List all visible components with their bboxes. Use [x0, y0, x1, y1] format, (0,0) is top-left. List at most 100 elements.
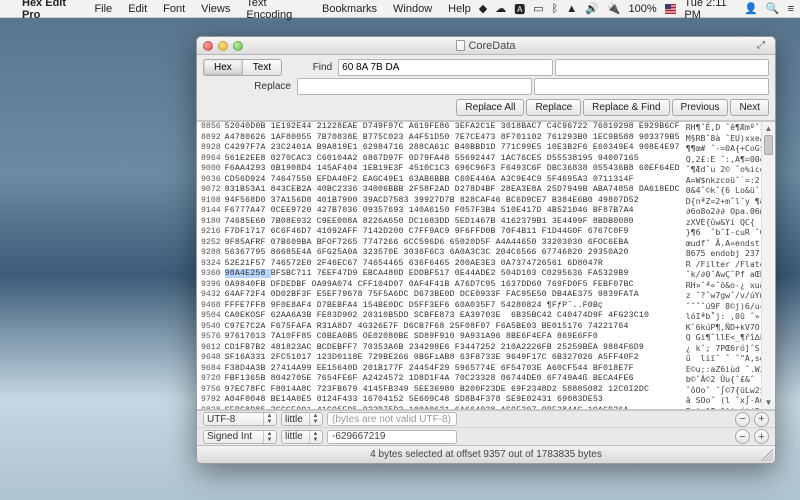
- scroll-down-arrow-icon[interactable]: ▼: [762, 396, 775, 409]
- hex-row[interactable]: 8892A4780626 1AF80055 7B70838E B775C023 …: [197, 133, 775, 144]
- notification-center-icon[interactable]: ≡: [788, 3, 794, 15]
- window-close-button[interactable]: [203, 41, 213, 51]
- menu-views[interactable]: Views: [193, 3, 238, 15]
- hex-row[interactable]: 918074685E60 7B08E932 C9EE008A 8226A650 …: [197, 217, 775, 228]
- hex-row[interactable]: 957697617013 7A10FF85 C0BEA0B5 OE02080BE…: [197, 332, 775, 343]
- window-minimize-button[interactable]: [218, 41, 228, 51]
- hex-row[interactable]: 9648SF16A331 2FC51017 123D0118E 729BE266…: [197, 353, 775, 364]
- hex-cell[interactable]: 97617013 7A10FF85 C0BEA0B5 OE02080BE SD8…: [225, 332, 686, 343]
- hex-row[interactable]: 943264AF72F4 0D02BF3F E5EF79678 75F5A6DC…: [197, 290, 775, 301]
- hex-row[interactable]: 885652040D0B 1E192E44 21228EAE D749F97C …: [197, 122, 775, 133]
- hex-cell[interactable]: 56367795 86685E4A 6FG25A0A 323570E 3036F…: [225, 248, 686, 259]
- replace-field-secondary[interactable]: [534, 78, 769, 95]
- titlebar[interactable]: CoreData ⤢: [197, 37, 775, 55]
- hex-cell[interactable]: 94F568D0 37A156D8 401B7900 39ACD7583 399…: [225, 196, 686, 207]
- hex-cell[interactable]: FFFE7FF8 9F0E8AF4 D7BEBFA4 154BE0DC D5FF…: [225, 301, 686, 312]
- replace-all-button[interactable]: Replace All: [456, 99, 524, 116]
- hex-row[interactable]: 936098A4E258 BFSBC711 7EEF47D9 EBCA480D …: [197, 269, 775, 280]
- endian-select-2[interactable]: little▲▼: [281, 430, 323, 444]
- hex-row[interactable]: 9792A04F0048 BE14A0E5 0124F433 16704152 …: [197, 395, 775, 406]
- remove-row-button-2[interactable]: −: [735, 429, 750, 444]
- previous-button[interactable]: Previous: [672, 99, 729, 116]
- hex-row[interactable]: 928856367795 86685E4A 6FG25A0A 323570E 3…: [197, 248, 775, 259]
- next-button[interactable]: Next: [730, 99, 769, 116]
- menu-bookmarks[interactable]: Bookmarks: [314, 3, 385, 15]
- hex-cell[interactable]: 561E2EE8 0270CAC3 C60104A2 6867D97F 0D79…: [225, 154, 686, 165]
- cc-icon[interactable]: 🅰: [514, 1, 525, 17]
- hex-row[interactable]: 9000F6AA4293 0B1908D4 145AF404 1EB19E3F …: [197, 164, 775, 175]
- spotlight-icon[interactable]: 👤: [744, 2, 758, 15]
- battery-icon[interactable]: 🔌: [607, 2, 621, 15]
- replace-button[interactable]: Replace: [526, 99, 581, 116]
- hex-row[interactable]: 9540C97E7C2A F675FAFA R31A8D7 4G326E7F D…: [197, 322, 775, 333]
- hex-row[interactable]: 975697EC78FC F8014A8C 723FB679 4145FB349…: [197, 385, 775, 396]
- hex-cell[interactable]: 52040D0B 1E192E44 21228EAE D749F97C A619…: [225, 122, 686, 133]
- hex-row[interactable]: 9072831B53A1 843CEB2A 40BC2336 34006BBB …: [197, 185, 775, 196]
- value-field-1[interactable]: (bytes are not valid UTF-8): [327, 412, 457, 426]
- find-field-secondary[interactable]: [555, 59, 769, 76]
- hex-row[interactable]: 9504CA0EKOSF 62AA6A3B FE83D902 20310B5DD…: [197, 311, 775, 322]
- vertical-scrollbar[interactable]: ▲ ▼: [761, 122, 775, 409]
- search-icon[interactable]: 🔍: [766, 2, 780, 15]
- menu-edit[interactable]: Edit: [120, 3, 155, 15]
- input-flag-icon[interactable]: [665, 4, 677, 14]
- menu-text-encoding[interactable]: Text Encoding: [238, 0, 314, 21]
- hex-row[interactable]: 9612CD1FB7B2 481823AC BCDEBFF7 70353A6B …: [197, 343, 775, 354]
- menu-help[interactable]: Help: [440, 3, 479, 15]
- hex-cell[interactable]: F7DF1717 6C6F46D7 41092AFF 7142D200 C7FF…: [225, 227, 686, 238]
- type-select-1[interactable]: UTF-8▲▼: [203, 412, 277, 426]
- hex-cell[interactable]: 74685E60 7B08E932 C9EE008A 8226A650 DC16…: [225, 217, 686, 228]
- hex-row[interactable]: 9684F38D4A3B 27414A99 EE15640D 201B177F …: [197, 364, 775, 375]
- hex-cell[interactable]: FBF1365B 8042705E 7654FE6F A2424572 1D8D…: [225, 374, 686, 385]
- hex-row[interactable]: 9828SEBC8D85 3CCGE991 41CO5F95 923B75D3 …: [197, 406, 775, 411]
- add-row-button[interactable]: +: [754, 412, 769, 427]
- menu-file[interactable]: File: [86, 3, 120, 15]
- hex-row[interactable]: 932452E21F57 746572E0 2F46EC67 74654465 …: [197, 259, 775, 270]
- hex-cell[interactable]: 0A9840FB DFDEDBF OA99A074 CFF104D07 0AF4…: [225, 280, 686, 291]
- hex-row[interactable]: 93960A9840FB DFDEDBF OA99A074 CFF104D07 …: [197, 280, 775, 291]
- battery-percent[interactable]: 100%: [629, 3, 657, 15]
- hex-row[interactable]: 9468FFFE7FF8 9F0E8AF4 D7BEBFA4 154BE0DC …: [197, 301, 775, 312]
- hex-cell[interactable]: CD1FB7B2 481823AC BCDEBFF7 70353A6B 2342…: [225, 343, 686, 354]
- volume-icon[interactable]: 🔊: [585, 2, 599, 15]
- window-resize-handle[interactable]: [761, 449, 773, 461]
- endian-select-1[interactable]: little▲▼: [281, 412, 323, 426]
- hex-cell[interactable]: F6AA4293 0B1908D4 145AF404 1EB19E3F 4510…: [225, 164, 686, 175]
- remove-row-button[interactable]: −: [735, 412, 750, 427]
- bluetooth-icon[interactable]: ᛒ: [552, 3, 559, 15]
- hex-row[interactable]: 8928C4297F7A 23C2401A B9A819E1 62984716 …: [197, 143, 775, 154]
- value-field-2[interactable]: -629667219: [327, 430, 457, 444]
- hex-cell[interactable]: C4297F7A 23C2401A B9A819E1 62984716 288C…: [225, 143, 686, 154]
- hex-cell[interactable]: 64AF72F4 0D02BF3F E5EF79678 75F5A6DC D67…: [225, 290, 686, 301]
- hex-cell[interactable]: 831B53A1 843CEB2A 40BC2336 34006BBB 2F58…: [225, 185, 686, 196]
- hex-cell[interactable]: F38D4A3B 27414A99 EE15640D 201B177F 2445…: [225, 364, 686, 375]
- notification-icon[interactable]: ☁: [495, 2, 506, 15]
- hex-row[interactable]: 8964561E2EE8 0270CAC3 C60104A2 6867D97F …: [197, 154, 775, 165]
- display-icon[interactable]: ▭: [533, 2, 543, 15]
- hex-cell[interactable]: C97E7C2A F675FAFA R31A8D7 4G326E7F D6CB7…: [225, 322, 686, 333]
- hex-view[interactable]: 885652040D0B 1E192E44 21228EAE D749F97C …: [197, 121, 775, 410]
- menu-font[interactable]: Font: [155, 3, 193, 15]
- document-proxy-icon[interactable]: [456, 40, 465, 51]
- hex-row[interactable]: 910894F568D0 37A156D8 401B7900 39ACD7583…: [197, 196, 775, 207]
- wifi-icon[interactable]: ▲: [566, 3, 577, 15]
- hex-cell[interactable]: SEBC8D85 3CCGE991 41CO5F95 923B75D3 100A…: [225, 406, 686, 411]
- hex-cell[interactable]: A4780626 1AF80055 7B70838E B775C023 A4F5…: [225, 133, 686, 144]
- view-mode-text[interactable]: Text: [243, 60, 281, 75]
- scroll-thumb[interactable]: [764, 135, 773, 155]
- hex-cell[interactable]: 97EC78FC F8014A8C 723FB679 4145FB349 5EE…: [225, 385, 686, 396]
- hex-cell[interactable]: F6777A47 0CEE9720 427B7036 09357693 140A…: [225, 206, 686, 217]
- find-field[interactable]: 60 8A 7B DA: [338, 59, 552, 76]
- type-select-2[interactable]: Signed Int▲▼: [203, 430, 277, 444]
- window-zoom-button[interactable]: [233, 41, 243, 51]
- add-row-button-2[interactable]: +: [754, 429, 769, 444]
- menu-window[interactable]: Window: [385, 3, 440, 15]
- hex-cell[interactable]: 9F85AFRF 07B609BA BFOF7265 7747266 6CC59…: [225, 238, 686, 249]
- scroll-up-arrow-icon[interactable]: ▲: [762, 122, 775, 135]
- hex-cell[interactable]: SF16A331 2FC51017 123D0118E 729BE266 0BG…: [225, 353, 686, 364]
- hex-row[interactable]: 9216F7DF1717 6C6F46D7 41092AFF 7142D200 …: [197, 227, 775, 238]
- hex-row[interactable]: 9144F6777A47 0CEE9720 427B7036 09357693 …: [197, 206, 775, 217]
- hex-cell[interactable]: A04F0048 BE14A0E5 0124F433 16704152 5E60…: [225, 395, 686, 406]
- hex-cell[interactable]: 98A4E258 BFSBC711 7EEF47D9 EBCA480D EDDB…: [225, 269, 686, 280]
- clock[interactable]: Tue 2:11 PM: [684, 0, 736, 21]
